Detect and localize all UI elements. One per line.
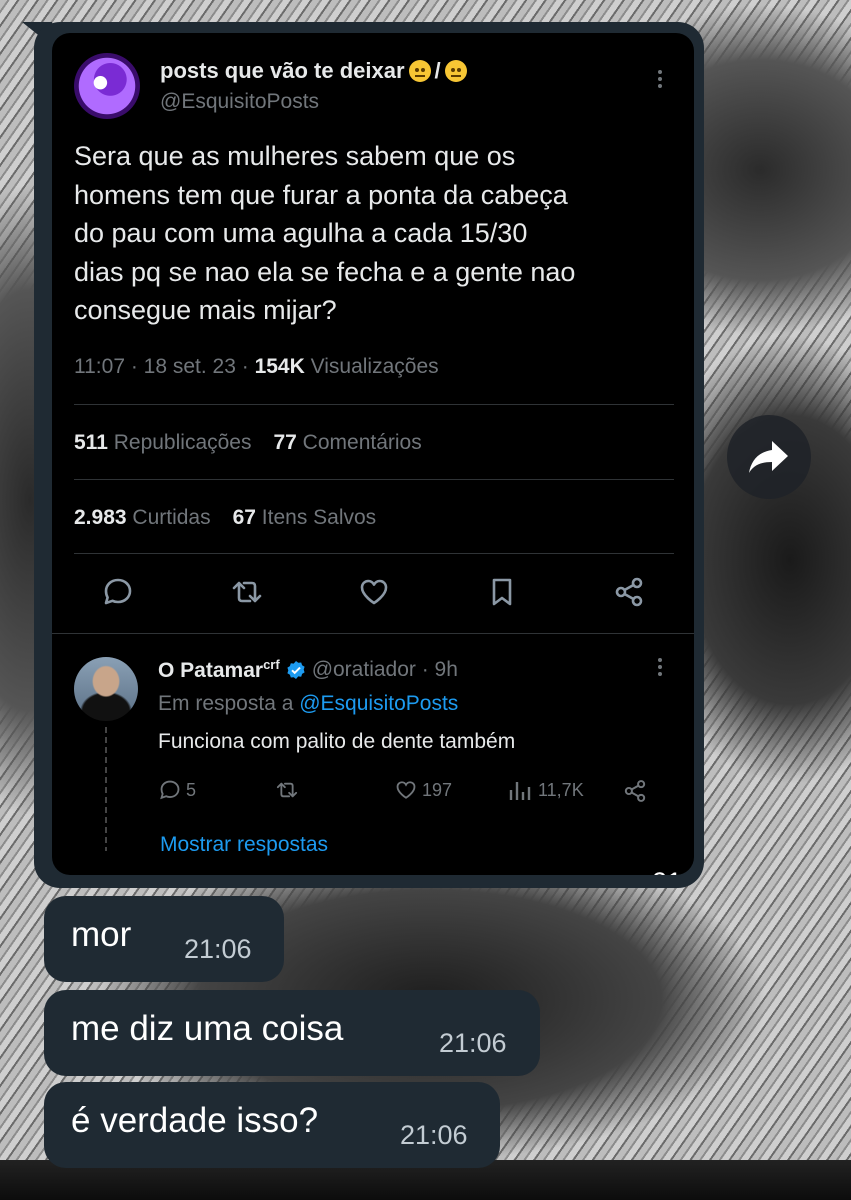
views-count: 154K xyxy=(254,355,305,378)
reposts-count: 511 xyxy=(74,431,108,454)
author-avatar xyxy=(74,53,140,119)
reply-views-count: 11,7K xyxy=(538,779,584,800)
tweet-timestamp: 11:07 · 18 set. 23 · xyxy=(74,355,255,378)
reply-reply-count: 5 xyxy=(186,779,197,800)
reply-share-action xyxy=(622,778,648,804)
tweet-text: Sera que as mulheres sabem que os homens… xyxy=(74,137,664,330)
divider xyxy=(74,479,674,480)
forward-icon xyxy=(749,441,788,473)
tweet-text-line: dias pq se nao ela se fecha e a gente na… xyxy=(74,256,576,287)
repost-icon xyxy=(276,782,298,798)
reply-views-action: 11,7K xyxy=(508,778,584,802)
divider xyxy=(74,404,674,405)
divider xyxy=(74,553,674,554)
reply-context: Em resposta a @EsquisitoPosts xyxy=(158,692,458,716)
reposts-label: Republicações xyxy=(107,431,252,454)
author-name: posts que vão te deixar / xyxy=(160,58,467,84)
tweet-meta: 11:07 · 18 set. 23 · 154K Visualizações xyxy=(74,355,439,379)
divider xyxy=(52,633,694,634)
media-message-time: 21:06 xyxy=(652,867,694,875)
reply-icon xyxy=(104,578,132,605)
raised-eyebrow-emoji-icon xyxy=(408,60,431,82)
verified-icon xyxy=(287,661,305,679)
stats-row-likes: 2.983 Curtidas 67 Itens Salvos xyxy=(74,506,376,530)
message-time: 21:06 xyxy=(400,1120,468,1150)
author-name-text: posts que vão te deixar xyxy=(160,58,405,83)
tweet-actions xyxy=(52,575,694,615)
likes-label: Curtidas xyxy=(126,506,211,529)
message-text: mor xyxy=(71,915,132,954)
more-icon xyxy=(658,658,662,676)
comments-count: 77 xyxy=(273,431,297,454)
tweet-text-line: consegue mais mijar? xyxy=(74,295,337,325)
reply-icon xyxy=(160,780,180,800)
views-label: Visualizações xyxy=(304,355,439,378)
more-icon xyxy=(658,70,662,88)
reply-author-suffix: crf xyxy=(263,657,280,672)
likes-count: 2.983 xyxy=(74,506,127,529)
like-icon xyxy=(396,781,416,799)
share-icon xyxy=(615,577,643,607)
reply-like-count: 197 xyxy=(422,779,453,800)
author-name-separator: / xyxy=(434,58,441,83)
like-icon xyxy=(360,579,388,605)
reply-author: O Patamarcrf @oratiador · 9h xyxy=(158,657,458,683)
reply-text: Funciona com palito de dente também xyxy=(158,730,516,753)
message-bubble[interactable]: é verdade isso? 21:06 xyxy=(44,1082,500,1168)
tweet-text-line: Sera que as mulheres sabem que os xyxy=(74,141,516,171)
author-handle: @EsquisitoPosts xyxy=(160,90,320,113)
message-text: me diz uma coisa xyxy=(71,1009,344,1048)
reply-handle: @oratiador · 9h xyxy=(311,658,458,681)
tweet-text-line: homens tem que furar a ponta da cabeça xyxy=(74,179,568,210)
tweet-text-line: do pau com uma agulha a cada 15/30 xyxy=(74,218,528,248)
reply-actions: 5 197 11,7K xyxy=(158,778,658,808)
saves-label: Itens Salvos xyxy=(255,506,377,529)
reply-like-action: 197 xyxy=(394,778,452,802)
neutral-face-emoji-icon xyxy=(444,60,467,82)
message-time: 21:06 xyxy=(439,1028,507,1058)
reply-reply-action: 5 xyxy=(158,778,196,802)
show-replies-link: Mostrar respostas xyxy=(160,833,329,856)
reply-avatar xyxy=(74,657,138,721)
stats-row-reposts: 511 Republicações 77 Comentários xyxy=(74,431,422,455)
saves-count: 67 xyxy=(232,506,256,529)
message-time: 21:06 xyxy=(184,934,252,964)
forward-button[interactable] xyxy=(727,415,811,499)
reply-author-name: O Patamar xyxy=(158,659,264,682)
message-bubble[interactable]: me diz uma coisa 21:06 xyxy=(44,990,540,1076)
tweet-screenshot[interactable]: posts que vão te deixar / @EsquisitoPost… xyxy=(52,33,694,875)
message-bubble[interactable]: mor 21:06 xyxy=(44,896,284,982)
bookmark-icon xyxy=(492,578,512,606)
thread-line xyxy=(105,727,107,851)
views-icon xyxy=(509,782,531,800)
message-text: é verdade isso? xyxy=(71,1101,319,1140)
comments-label: Comentários xyxy=(296,431,422,454)
repost-icon xyxy=(232,581,262,603)
reply-context-prefix: Em resposta a xyxy=(158,692,300,715)
share-icon xyxy=(624,780,646,802)
reply-context-link: @EsquisitoPosts xyxy=(299,692,459,715)
reply-repost-action xyxy=(274,778,300,802)
